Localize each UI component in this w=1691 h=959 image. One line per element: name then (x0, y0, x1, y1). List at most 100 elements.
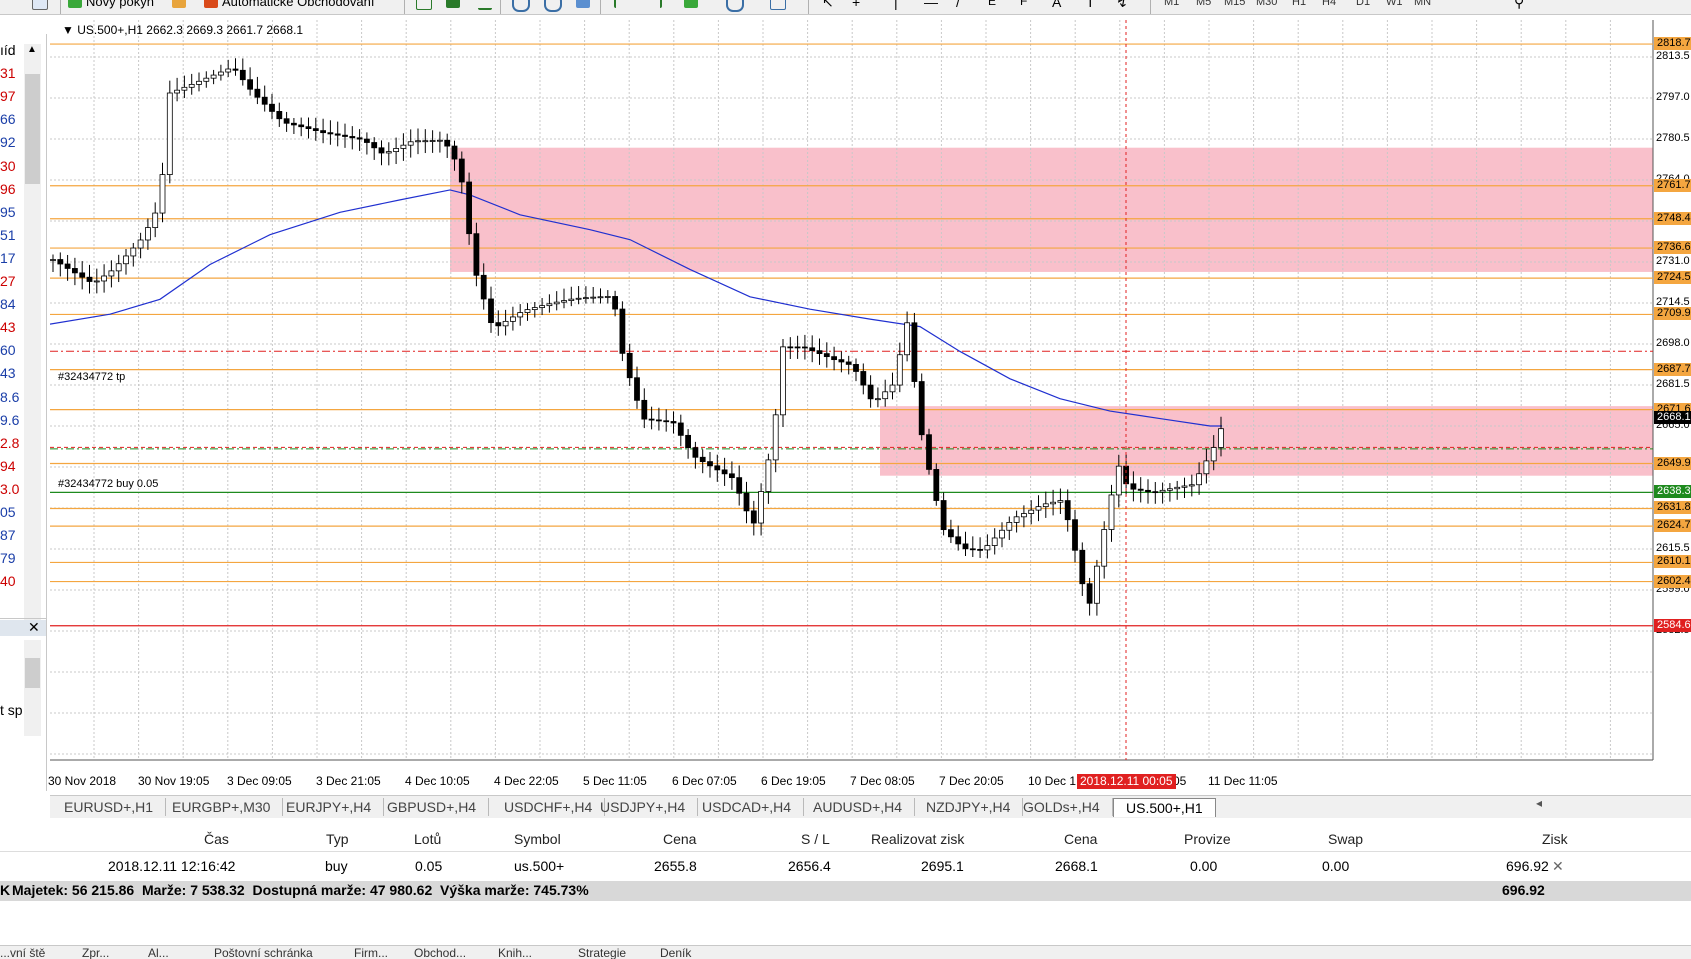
tab-chart[interactable]: EURGBP+,M30 (160, 798, 284, 816)
tab-strategy[interactable]: Strategie (578, 946, 626, 959)
collapse-icon[interactable]: ▼ (62, 23, 74, 37)
tile-windows-icon[interactable] (576, 0, 594, 12)
text-label-icon[interactable]: T (1086, 0, 1095, 12)
tab-chart[interactable]: GBPUSD+,H4 (375, 798, 490, 816)
equidistant-channel-icon[interactable]: E (988, 0, 996, 12)
tab-chart[interactable]: AUDUSD+,H4 (801, 798, 916, 816)
line-chart-icon[interactable] (478, 0, 496, 12)
timeframe-m1[interactable]: M1 (1164, 0, 1179, 8)
col-profit[interactable]: Zisk (1542, 831, 1568, 847)
horizontal-line-icon[interactable]: — (924, 0, 938, 12)
tab-journal[interactable]: Deník (660, 946, 691, 959)
market-watch-value[interactable]: 27 (0, 273, 16, 289)
tab-library[interactable]: Knih... (498, 946, 532, 959)
timeframe-m5[interactable]: M5 (1196, 0, 1211, 8)
market-watch-value[interactable]: 84 (0, 296, 16, 312)
tab-chart[interactable]: USDCAD+,H4 (690, 798, 805, 816)
timeframe-h1[interactable]: H1 (1292, 0, 1306, 8)
col-type[interactable]: Typ (326, 831, 349, 847)
tab-chart[interactable]: US.500+,H1 (1113, 798, 1216, 817)
market-watch-value[interactable]: 60 (0, 342, 16, 358)
col-lots[interactable]: Lotů (414, 831, 441, 847)
col-sl[interactable]: S / L (801, 831, 830, 847)
tab-market[interactable]: Obchod... (414, 946, 466, 959)
text-icon[interactable]: A (1052, 0, 1061, 12)
col-tp[interactable]: Realizovat zisk (871, 831, 964, 847)
zoom-in-icon[interactable] (512, 0, 534, 12)
market-watch-value[interactable]: 96 (0, 181, 16, 197)
bar-chart-icon[interactable] (416, 0, 436, 12)
auto-trading-button[interactable]: Automatické Obchodování (204, 0, 374, 12)
timeframe-m15[interactable]: M15 (1224, 0, 1245, 8)
tab-chart[interactable]: GOLDs+,H4 (1011, 798, 1113, 816)
market-watch-value[interactable]: 3.0 (0, 481, 19, 497)
new-order-button[interactable]: Nový pokyn (68, 0, 154, 12)
chart-window[interactable]: ▼ US.500+,H1 2662.3 2669.3 2661.7 2668.1… (48, 20, 1691, 796)
scrollbar-thumb[interactable] (25, 74, 40, 184)
col-price[interactable]: Cena (663, 831, 696, 847)
market-watch-value[interactable]: 51 (0, 227, 16, 243)
autoscroll-icon[interactable] (614, 0, 634, 12)
timeframe-d1[interactable]: D1 (1356, 0, 1370, 8)
close-position-icon[interactable]: ✕ (1552, 858, 1564, 875)
market-watch-value[interactable]: 2.8 (0, 435, 19, 451)
col-commission[interactable]: Provize (1184, 831, 1231, 847)
market-watch-value[interactable]: ıíd (0, 42, 16, 58)
market-watch-scrollbar[interactable]: ▲ ▼ (24, 44, 41, 634)
col-current-price[interactable]: Cena (1064, 831, 1097, 847)
market-watch-value[interactable]: 40 (0, 573, 16, 589)
metaeditor-icon[interactable] (172, 0, 190, 12)
periods-icon[interactable] (726, 0, 748, 12)
cursor-icon[interactable]: ↖ (822, 0, 834, 12)
market-watch-value[interactable]: 9.6 (0, 412, 19, 428)
tab-chart[interactable]: USDJPY+,H4 (588, 798, 699, 816)
close-icon[interactable]: ✕ (28, 619, 40, 636)
price-chart[interactable] (50, 20, 1691, 796)
zoom-out-icon[interactable] (544, 0, 566, 12)
crosshair-icon[interactable]: + (852, 0, 860, 12)
tab-company[interactable]: Firm... (354, 946, 388, 959)
tab-trade[interactable]: ...vní ště (0, 946, 45, 959)
col-time[interactable]: Čas (204, 831, 229, 847)
templates-icon[interactable] (770, 0, 790, 12)
timeframe-m30[interactable]: M30 (1256, 0, 1277, 8)
market-watch-value[interactable]: 30 (0, 158, 16, 174)
market-watch-value[interactable]: 94 (0, 458, 16, 474)
timeframe-w1[interactable]: W1 (1386, 0, 1403, 8)
col-symbol[interactable]: Symbol (514, 831, 561, 847)
market-watch-value[interactable]: 79 (0, 550, 16, 566)
market-watch-value[interactable]: 05 (0, 504, 16, 520)
candle-chart-icon[interactable] (446, 0, 464, 12)
scrollbar-thumb[interactable] (25, 658, 40, 688)
market-watch-value[interactable]: 92 (0, 134, 16, 150)
arrows-icon[interactable]: ↯ (1116, 0, 1128, 12)
indicators-icon[interactable] (684, 0, 702, 12)
market-watch-value[interactable]: 17 (0, 250, 16, 266)
market-watch-value[interactable]: 43 (0, 365, 16, 381)
tab-mailbox[interactable]: Poštovní schránka (214, 946, 313, 959)
chart-window-icon[interactable] (32, 0, 52, 12)
timeframe-h4[interactable]: H4 (1322, 0, 1336, 8)
col-swap[interactable]: Swap (1328, 831, 1363, 847)
market-watch-value[interactable]: 8.6 (0, 389, 19, 405)
search-icon[interactable]: ⚲ (1514, 0, 1524, 12)
market-watch-value[interactable]: 95 (0, 204, 16, 220)
navigator-scrollbar[interactable] (24, 640, 41, 736)
tab-alerts[interactable]: Al... (148, 946, 169, 959)
tab-scroll-left-icon[interactable]: ◂ (1536, 796, 1542, 810)
market-watch-value[interactable]: 66 (0, 111, 16, 127)
market-watch-value[interactable]: 31 (0, 65, 16, 81)
timeframe-mn[interactable]: MN (1414, 0, 1431, 8)
tab-chart[interactable]: EURJPY+,H4 (274, 798, 385, 816)
fibonacci-icon[interactable]: F (1020, 0, 1027, 12)
market-watch-value[interactable]: 87 (0, 527, 16, 543)
tab-chart[interactable]: EURUSD+,H1 (52, 798, 167, 816)
tab-news[interactable]: Zpr... (82, 946, 109, 959)
market-watch-value[interactable]: 43 (0, 319, 16, 335)
trendline-icon[interactable]: / (956, 0, 960, 12)
vertical-line-icon[interactable]: | (894, 0, 898, 12)
tab-chart[interactable]: NZDJPY+,H4 (914, 798, 1024, 816)
chart-shift-icon[interactable] (646, 0, 666, 12)
market-watch-value[interactable]: 97 (0, 88, 16, 104)
scroll-up-icon[interactable]: ▲ (27, 44, 37, 55)
